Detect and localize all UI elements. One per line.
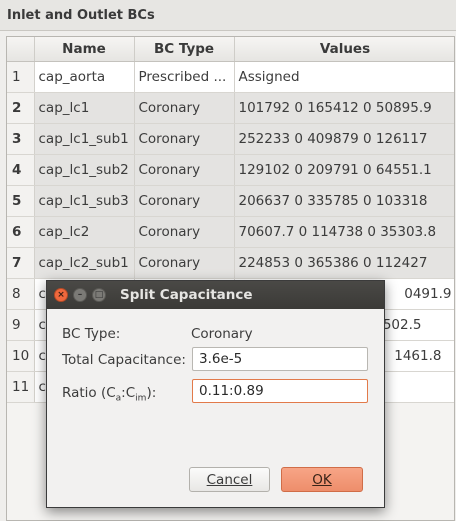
table-header-row: Name BC Type Values <box>7 37 454 62</box>
cell-bc-type[interactable]: Prescribed ... <box>134 61 235 93</box>
table-row[interactable]: 3 cap_lc1_sub1 Coronary 252233 0 409879 … <box>7 123 454 155</box>
table-row[interactable]: 1 cap_aorta Prescribed ... Assigned <box>7 61 454 93</box>
row-number[interactable]: 9 <box>7 309 35 341</box>
row-number[interactable]: 1 <box>7 61 35 93</box>
cell-name[interactable]: cap_lc1_sub3 <box>34 185 135 217</box>
row-number[interactable]: 6 <box>7 216 35 248</box>
cancel-button[interactable]: Cancel <box>189 467 270 492</box>
bc-type-value: Coronary <box>191 326 253 342</box>
ok-button[interactable]: OK <box>281 467 363 492</box>
row-number[interactable]: 11 <box>7 371 35 403</box>
table-row[interactable]: 2 cap_lc1 Coronary 101792 0 165412 0 508… <box>7 92 454 124</box>
cell-values[interactable]: 129102 0 209791 0 64551.1 <box>234 154 454 186</box>
ratio-field[interactable] <box>192 379 368 403</box>
row-number[interactable]: 3 <box>7 123 35 155</box>
ratio-label: Ratio (Ca:Cim): <box>62 385 157 404</box>
cell-bc-type[interactable]: Coronary <box>134 92 235 124</box>
row-number[interactable]: 4 <box>7 154 35 186</box>
bc-type-label: BC Type: <box>62 326 121 342</box>
table-row[interactable]: 6 cap_lc2 Coronary 70607.7 0 114738 0 35… <box>7 216 454 248</box>
cell-values[interactable]: 101792 0 165412 0 50895.9 <box>234 92 454 124</box>
row-number[interactable]: 5 <box>7 185 35 217</box>
row-number[interactable]: 2 <box>7 92 35 124</box>
dialog-titlebar[interactable]: × – □ Split Capacitance <box>47 281 384 309</box>
cell-bc-type[interactable]: Coronary <box>134 123 235 155</box>
cell-name[interactable]: cap_lc1 <box>34 92 135 124</box>
cell-values[interactable]: 252233 0 409879 0 126117 <box>234 123 454 155</box>
close-icon[interactable]: × <box>54 288 68 302</box>
panel-title: Inlet and Outlet BCs <box>7 8 155 23</box>
corner-header[interactable] <box>7 37 35 62</box>
row-number[interactable]: 10 <box>7 340 35 372</box>
split-capacitance-dialog: × – □ Split Capacitance BC Type: Coronar… <box>46 280 385 508</box>
cell-name[interactable]: cap_lc2_sub1 <box>34 247 135 279</box>
maximize-icon[interactable]: □ <box>92 288 106 302</box>
dialog-title: Split Capacitance <box>120 287 253 303</box>
table-row[interactable]: 4 cap_lc1_sub2 Coronary 129102 0 209791 … <box>7 154 454 186</box>
row-number[interactable]: 8 <box>7 278 35 310</box>
column-header-bc-type[interactable]: BC Type <box>134 37 235 62</box>
cell-bc-type[interactable]: Coronary <box>134 216 235 248</box>
cell-bc-type[interactable]: Coronary <box>134 247 235 279</box>
row-number[interactable]: 7 <box>7 247 35 279</box>
cell-values[interactable]: 206637 0 335785 0 103318 <box>234 185 454 217</box>
cell-values[interactable]: 70607.7 0 114738 0 35303.8 <box>234 216 454 248</box>
total-capacitance-label: Total Capacitance: <box>62 352 186 368</box>
cell-bc-type[interactable]: Coronary <box>134 154 235 186</box>
cell-bc-type[interactable]: Coronary <box>134 185 235 217</box>
total-capacitance-field[interactable] <box>192 347 368 371</box>
column-header-name[interactable]: Name <box>34 37 135 62</box>
cell-name[interactable]: cap_lc1_sub2 <box>34 154 135 186</box>
cell-values[interactable]: Assigned <box>234 61 454 93</box>
cell-name[interactable]: cap_aorta <box>34 61 135 93</box>
panel-header: Inlet and Outlet BCs <box>0 0 456 31</box>
column-header-values[interactable]: Values <box>234 37 454 62</box>
table-row[interactable]: 5 cap_lc1_sub3 Coronary 206637 0 335785 … <box>7 185 454 217</box>
minimize-icon[interactable]: – <box>73 288 87 302</box>
table-row[interactable]: 7 cap_lc2_sub1 Coronary 224853 0 365386 … <box>7 247 454 279</box>
cell-name[interactable]: cap_lc1_sub1 <box>34 123 135 155</box>
cell-values[interactable]: 224853 0 365386 0 112427 <box>234 247 454 279</box>
cell-name[interactable]: cap_lc2 <box>34 216 135 248</box>
